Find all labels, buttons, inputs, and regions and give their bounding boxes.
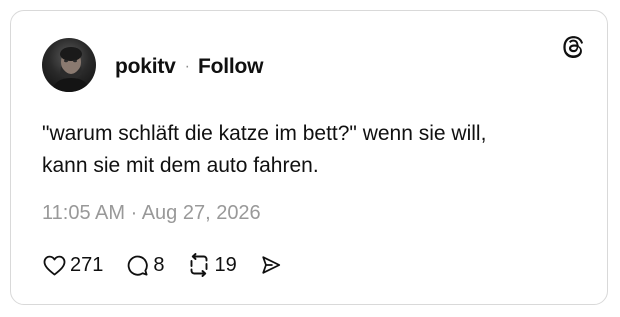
reply-button[interactable]: 8 bbox=[125, 253, 165, 277]
threads-embed-card: pokitv · Follow "warum schläft die katze… bbox=[10, 10, 608, 305]
post-timestamp[interactable]: 11:05 AM · Aug 27, 2026 bbox=[42, 202, 261, 225]
reply-count: 8 bbox=[153, 253, 165, 276]
like-button[interactable]: 271 bbox=[42, 253, 103, 277]
repost-icon bbox=[187, 253, 211, 277]
repost-button[interactable]: 19 bbox=[187, 253, 237, 277]
follow-button[interactable]: Follow bbox=[198, 55, 263, 79]
repost-count: 19 bbox=[214, 253, 237, 276]
separator-dot: · bbox=[184, 58, 190, 75]
avatar-portrait-image bbox=[52, 47, 90, 92]
post-header: pokitv · Follow bbox=[115, 55, 263, 79]
username[interactable]: pokitv bbox=[115, 55, 176, 79]
action-bar: 271 8 19 bbox=[42, 251, 297, 279]
avatar[interactable] bbox=[42, 38, 96, 92]
send-icon bbox=[259, 253, 283, 277]
heart-icon bbox=[42, 253, 66, 277]
comment-bubble-icon bbox=[125, 253, 149, 277]
like-count: 271 bbox=[70, 253, 104, 276]
threads-logo-icon[interactable] bbox=[560, 33, 586, 59]
post-text: "warum schläft die katze im bett?" wenn … bbox=[42, 122, 487, 177]
share-button[interactable] bbox=[259, 253, 283, 277]
